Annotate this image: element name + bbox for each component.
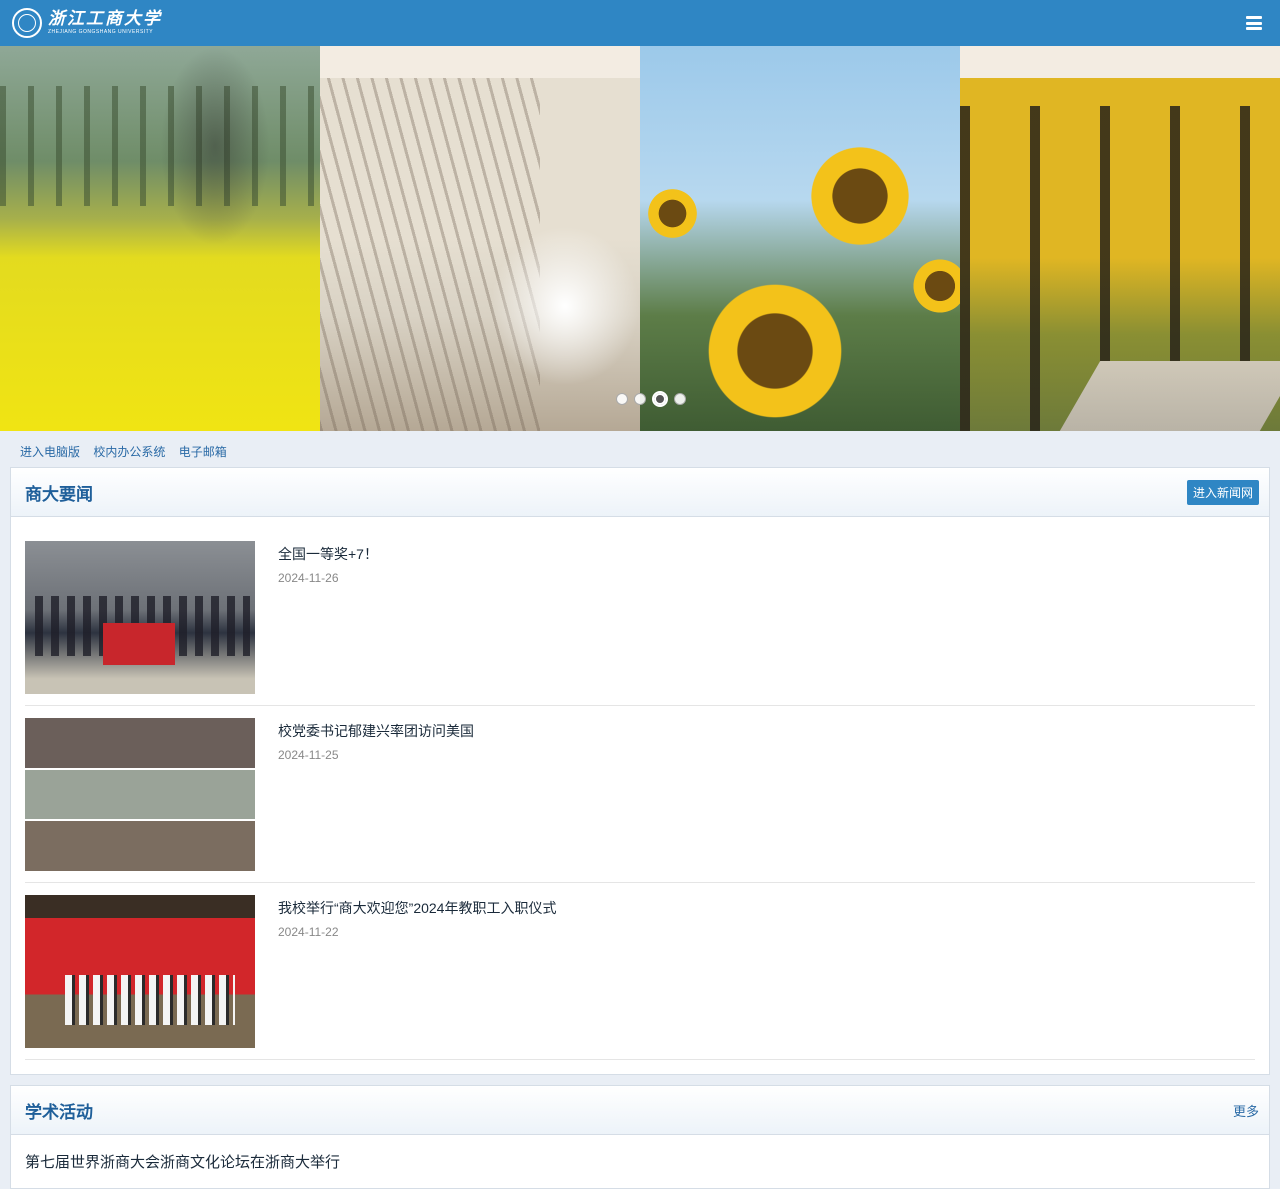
top-header: 浙江工商大学 ZHEJIANG GONGSHANG UNIVERSITY [0, 0, 1280, 46]
carousel-image-rapeseed-field [0, 46, 320, 431]
hamburger-menu-icon[interactable] [1246, 16, 1262, 30]
carousel-image-blossom [320, 46, 640, 431]
news-thumbnail[interactable] [25, 895, 255, 1048]
news-section: 商大要闻 进入新闻网 全国一等奖+7！ 2024-11-26 校党委书记郁建兴率… [10, 467, 1270, 1075]
carousel-image-sunflowers [640, 46, 960, 431]
carousel-dot-3-active[interactable] [652, 391, 668, 407]
academic-activities-section: 学术活动 更多 第七届世界浙商大会浙商文化论坛在浙商大举行 [10, 1085, 1270, 1189]
link-email[interactable]: 电子邮箱 [179, 445, 227, 459]
news-title[interactable]: 我校举行“商大欢迎您”2024年教职工入职仪式 [278, 898, 556, 918]
university-logo[interactable]: 浙江工商大学 ZHEJIANG GONGSHANG UNIVERSITY [12, 8, 162, 38]
news-item[interactable]: 校党委书记郁建兴率团访问美国 2024-11-25 [25, 706, 1255, 883]
news-date: 2024-11-26 [278, 571, 339, 585]
enter-news-site-button[interactable]: 进入新闻网 [1186, 479, 1259, 505]
more-link[interactable]: 更多 [1233, 1101, 1259, 1120]
logo-chinese-name: 浙江工商大学 [48, 9, 162, 29]
news-title[interactable]: 校党委书记郁建兴率团访问美国 [278, 721, 474, 741]
news-section-header: 商大要闻 进入新闻网 [11, 468, 1269, 517]
activities-section-header: 学术活动 更多 [11, 1086, 1269, 1135]
university-seal-icon [12, 8, 42, 38]
carousel-dot-2[interactable] [634, 393, 646, 405]
news-thumbnail[interactable] [25, 718, 255, 871]
carousel-dot-4[interactable] [674, 393, 686, 405]
news-list: 全国一等奖+7！ 2024-11-26 校党委书记郁建兴率团访问美国 2024-… [11, 517, 1269, 1060]
quick-links-bar: 进入电脑版 校内办公系统 电子邮箱 [0, 431, 1280, 467]
news-date: 2024-11-22 [278, 925, 339, 939]
news-item[interactable]: 我校举行“商大欢迎您”2024年教职工入职仪式 2024-11-22 [25, 883, 1255, 1060]
image-carousel[interactable] [0, 46, 1280, 431]
carousel-dot-1[interactable] [616, 393, 628, 405]
news-section-title: 商大要闻 [25, 484, 93, 504]
news-thumbnail[interactable] [25, 541, 255, 694]
link-office-system[interactable]: 校内办公系统 [93, 445, 165, 459]
news-item[interactable]: 全国一等奖+7！ 2024-11-26 [25, 529, 1255, 706]
activities-section-title: 学术活动 [25, 1102, 93, 1122]
logo-english-name: ZHEJIANG GONGSHANG UNIVERSITY [48, 29, 154, 35]
news-date: 2024-11-25 [278, 748, 339, 762]
carousel-dots [616, 391, 686, 407]
news-title[interactable]: 全国一等奖+7！ [278, 544, 378, 564]
link-desktop-version[interactable]: 进入电脑版 [20, 445, 80, 459]
activity-item[interactable]: 第七届世界浙商大会浙商文化论坛在浙商大举行 [11, 1135, 1269, 1188]
carousel-image-ginkgo-trees [960, 46, 1280, 431]
